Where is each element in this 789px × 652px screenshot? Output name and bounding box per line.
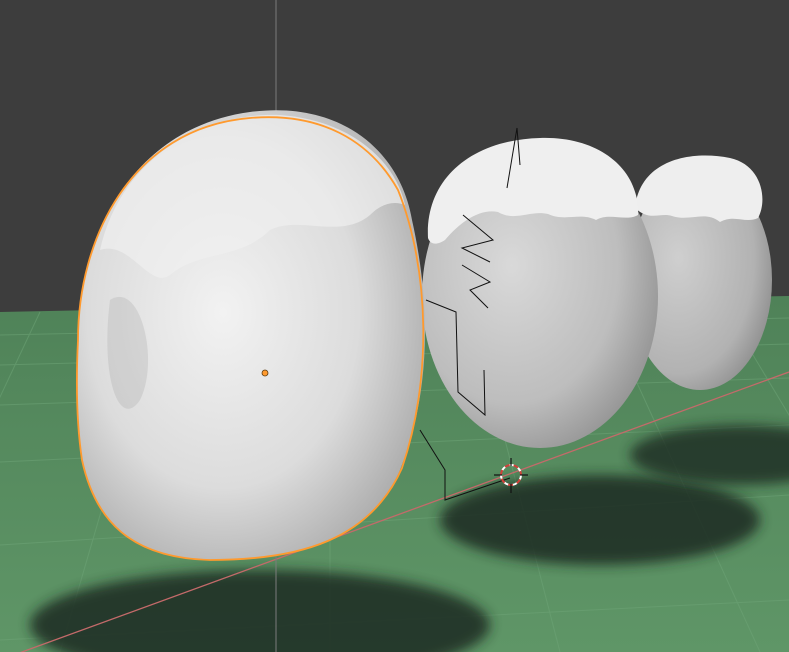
object-origin-dot	[261, 369, 269, 377]
3d-viewport[interactable]	[0, 0, 789, 652]
scene-canvas[interactable]	[0, 0, 789, 652]
egg-shadow-middle	[440, 475, 760, 565]
snow-capped-egg-middle[interactable]	[422, 137, 658, 448]
